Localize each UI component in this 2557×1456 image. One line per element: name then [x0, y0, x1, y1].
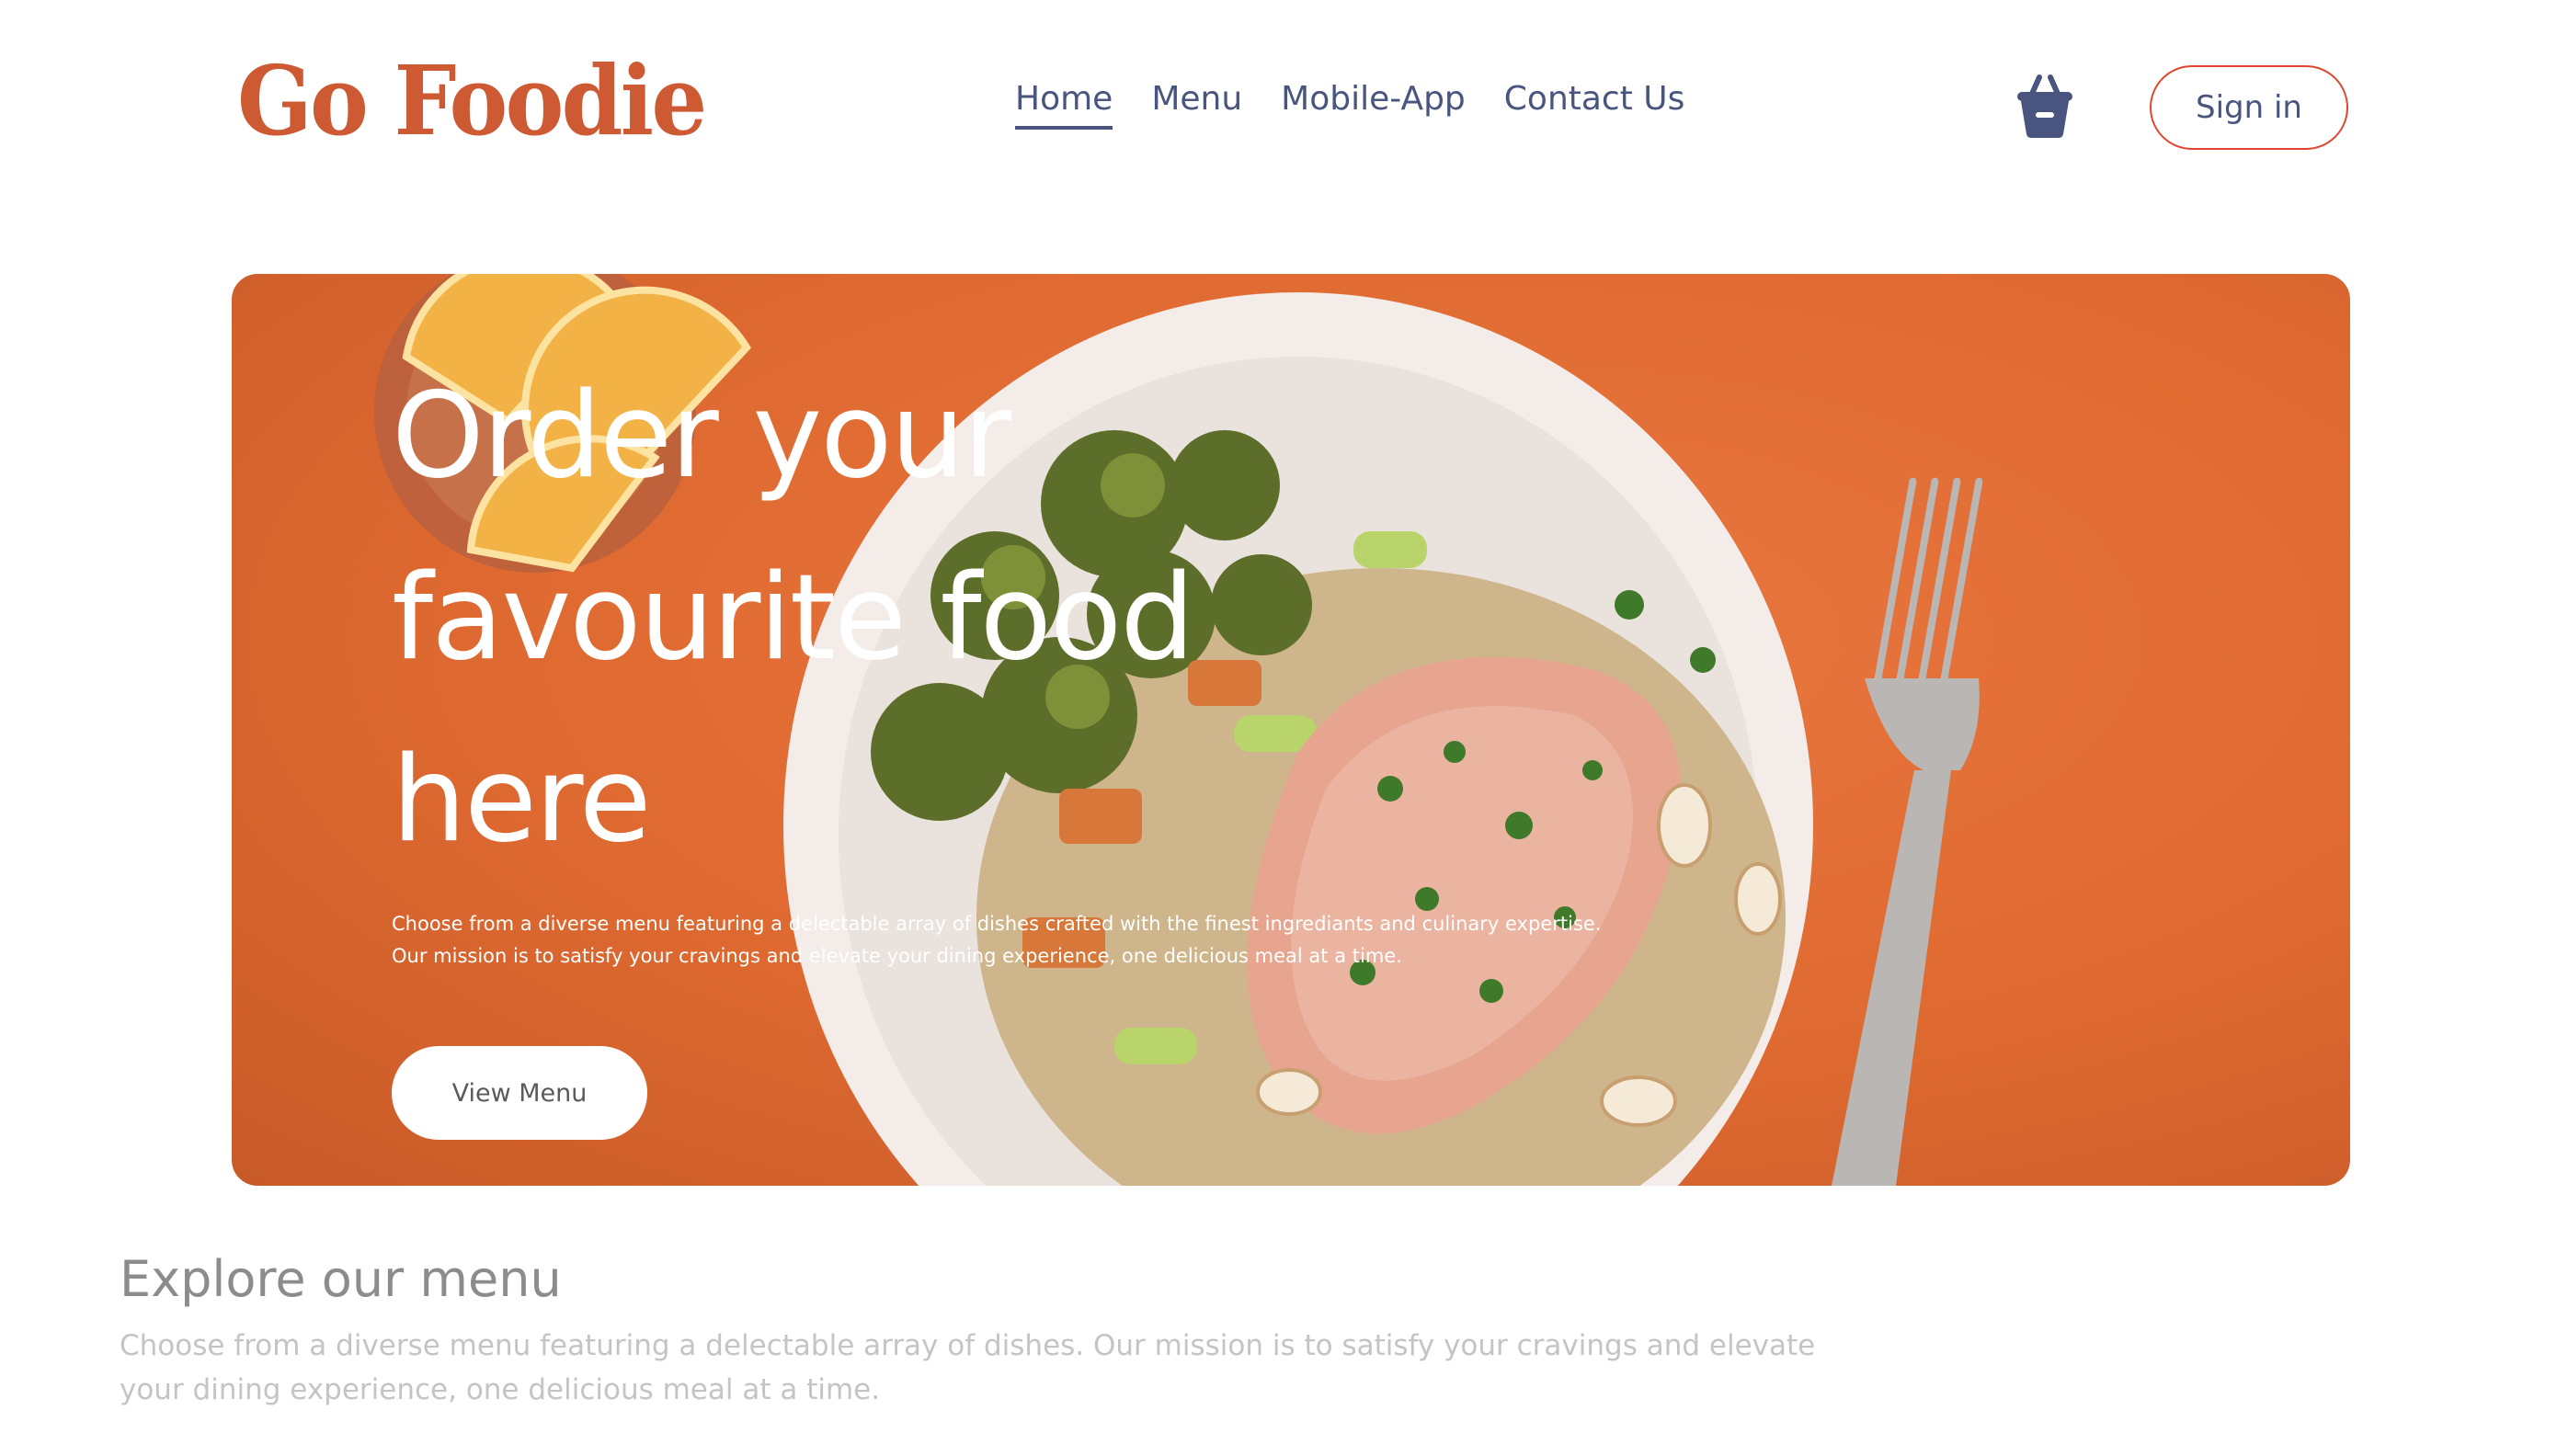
nav-menu[interactable]: Menu	[1151, 79, 1242, 130]
hero-title: Order your favourite food here	[392, 346, 1403, 892]
nav-home[interactable]: Home	[1015, 79, 1113, 131]
explore-description: Choose from a diverse menu featuring a d…	[120, 1329, 1816, 1406]
hero-title-line-2: favourite food	[392, 550, 1194, 687]
view-menu-button[interactable]: View Menu	[392, 1046, 647, 1140]
hero-title-line-1: Order your	[392, 368, 1011, 505]
sign-in-button[interactable]: Sign in	[2150, 65, 2348, 150]
logo[interactable]: Go Foodie	[237, 53, 707, 149]
explore-title: Explore our menu	[120, 1250, 562, 1308]
nav-mobile-app[interactable]: Mobile-App	[1281, 79, 1466, 130]
basket-icon[interactable]	[2015, 74, 2074, 140]
hero-banner: Order your favourite food here Choose fr…	[232, 274, 2350, 1186]
hero-title-line-3: here	[392, 732, 651, 869]
main-nav: Home Menu Mobile-App Contact Us	[1015, 79, 1685, 131]
nav-contact-us[interactable]: Contact Us	[1504, 79, 1685, 130]
hero-description: Choose from a diverse menu featuring a d…	[392, 913, 1602, 967]
